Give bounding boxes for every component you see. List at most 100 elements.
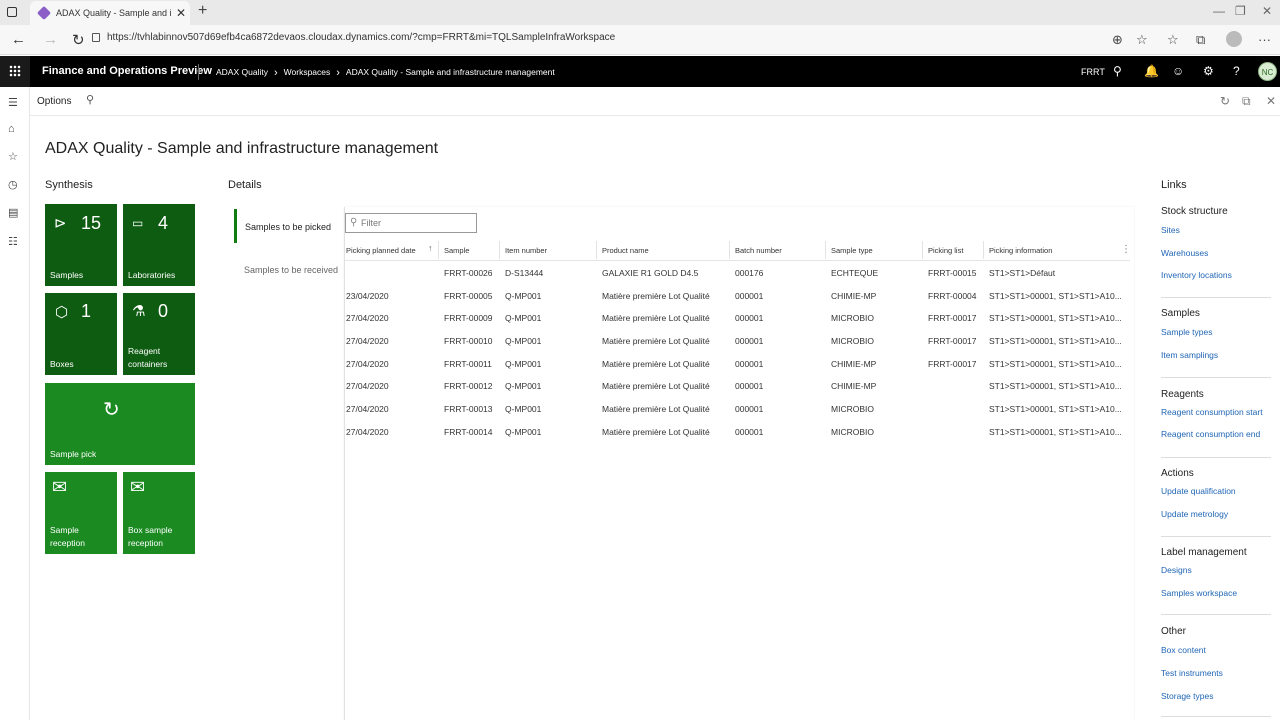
- more-icon[interactable]: ···: [1258, 32, 1271, 47]
- table-cell[interactable]: FRRT-00005: [444, 291, 493, 301]
- table-cell[interactable]: FRRT-00017: [928, 359, 977, 369]
- table-cell[interactable]: D-S13444: [505, 268, 543, 278]
- avatar[interactable]: NC: [1258, 62, 1277, 81]
- link-item[interactable]: Inventory locations: [1161, 270, 1232, 280]
- link-item[interactable]: Sample types: [1161, 327, 1213, 337]
- workspaces-icon[interactable]: ▤: [8, 206, 18, 219]
- table-cell[interactable]: FRRT-00013: [444, 404, 493, 414]
- column-header[interactable]: Sample: [444, 246, 469, 255]
- grid-options-icon[interactable]: ⋮: [1121, 244, 1131, 255]
- tile-sample-pick[interactable]: ↻ Sample pick: [45, 383, 195, 465]
- column-header[interactable]: Picking information: [989, 246, 1052, 255]
- url-field[interactable]: https://tvhlabinnov507d69efb4ca6872devao…: [107, 32, 615, 43]
- table-cell[interactable]: 23/04/2020: [346, 291, 389, 301]
- link-item[interactable]: Designs: [1161, 565, 1192, 575]
- table-cell[interactable]: 000001: [735, 291, 763, 301]
- tile-sample-reception[interactable]: ✉ Sample reception: [45, 472, 117, 554]
- action-search-icon[interactable]: ⚲: [86, 93, 94, 106]
- table-cell[interactable]: MICROBIO: [831, 427, 874, 437]
- column-header[interactable]: Batch number: [735, 246, 782, 255]
- favorite-star-icon[interactable]: ☆: [1136, 32, 1148, 48]
- table-cell[interactable]: FRRT-00015: [928, 268, 977, 278]
- table-cell[interactable]: ST1>ST1>Défaut: [989, 268, 1055, 278]
- table-cell[interactable]: GALAXIE R1 GOLD D4.5: [602, 268, 698, 278]
- table-cell[interactable]: ST1>ST1>00001, ST1>ST1>A10...: [989, 404, 1122, 414]
- link-item[interactable]: Warehouses: [1161, 248, 1208, 258]
- table-cell[interactable]: ST1>ST1>00001, ST1>ST1>A10...: [989, 313, 1122, 323]
- table-cell[interactable]: Q-MP001: [505, 404, 541, 414]
- table-cell[interactable]: 000001: [735, 381, 763, 391]
- recent-clock-icon[interactable]: ◷: [8, 178, 18, 191]
- profile-icon[interactable]: [1226, 31, 1242, 47]
- tile-laboratories[interactable]: ▭ 4 Laboratories: [123, 204, 195, 286]
- table-cell[interactable]: CHIMIE-MP: [831, 291, 876, 301]
- link-item[interactable]: Update metrology: [1161, 509, 1228, 519]
- column-separator[interactable]: [438, 241, 439, 259]
- restore-icon[interactable]: ❐: [1235, 4, 1246, 18]
- table-cell[interactable]: MICROBIO: [831, 336, 874, 346]
- link-item[interactable]: Test instruments: [1161, 668, 1223, 678]
- table-cell[interactable]: 000001: [735, 359, 763, 369]
- app-launcher-icon[interactable]: [0, 56, 30, 87]
- table-cell[interactable]: FRRT-00011: [444, 359, 492, 369]
- link-item[interactable]: Sites: [1161, 225, 1180, 235]
- table-cell[interactable]: ST1>ST1>00001, ST1>ST1>A10...: [989, 381, 1122, 391]
- forward-icon[interactable]: →: [43, 31, 58, 48]
- table-cell[interactable]: Matière première Lot Qualité: [602, 359, 710, 369]
- table-cell[interactable]: ST1>ST1>00001, ST1>ST1>A10...: [989, 359, 1122, 369]
- tab-actions-icon[interactable]: [7, 7, 17, 17]
- link-item[interactable]: Storage types: [1161, 691, 1213, 701]
- filter-box[interactable]: ⚲: [345, 213, 477, 233]
- column-header[interactable]: Item number: [505, 246, 547, 255]
- table-cell[interactable]: FRRT-00004: [928, 291, 977, 301]
- table-cell[interactable]: MICROBIO: [831, 313, 874, 323]
- modules-list-icon[interactable]: ☷: [8, 235, 18, 248]
- column-separator[interactable]: [729, 241, 730, 259]
- close-page-icon[interactable]: ✕: [1266, 94, 1276, 108]
- tab-samples-to-be-received[interactable]: Samples to be received: [244, 265, 338, 275]
- table-cell[interactable]: Matière première Lot Qualité: [602, 291, 710, 301]
- app-name[interactable]: Finance and Operations Preview: [42, 65, 212, 77]
- column-header[interactable]: Product name: [602, 246, 649, 255]
- table-cell[interactable]: ECHTEQUE: [831, 268, 878, 278]
- link-item[interactable]: Samples workspace: [1161, 588, 1237, 598]
- table-cell[interactable]: FRRT-00012: [444, 381, 493, 391]
- new-tab-icon[interactable]: +: [198, 2, 207, 20]
- table-cell[interactable]: FRRT-00017: [928, 313, 977, 323]
- back-icon[interactable]: ←: [11, 31, 26, 48]
- table-cell[interactable]: 27/04/2020: [346, 336, 389, 346]
- table-cell[interactable]: Q-MP001: [505, 291, 541, 301]
- link-item[interactable]: Update qualification: [1161, 486, 1236, 496]
- close-tab-icon[interactable]: ✕: [176, 6, 186, 20]
- table-cell[interactable]: ST1>ST1>00001, ST1>ST1>A10...: [989, 336, 1122, 346]
- tile-reagent-containers[interactable]: ⚗ 0 Reagent containers: [123, 293, 195, 375]
- table-cell[interactable]: FRRT-00010: [444, 336, 493, 346]
- settings-gear-icon[interactable]: ⚙: [1203, 64, 1214, 78]
- column-header[interactable]: Sample type: [831, 246, 873, 255]
- home-icon[interactable]: ⌂: [8, 123, 15, 135]
- favorites-nav-icon[interactable]: ☆: [8, 150, 18, 163]
- table-cell[interactable]: FRRT-00009: [444, 313, 493, 323]
- tile-box-sample-reception[interactable]: ✉ Box sample reception: [123, 472, 195, 554]
- column-separator[interactable]: [825, 241, 826, 259]
- table-cell[interactable]: CHIMIE-MP: [831, 381, 876, 391]
- notifications-icon[interactable]: 🔔: [1144, 64, 1159, 78]
- options-tab[interactable]: Options: [37, 96, 71, 107]
- table-cell[interactable]: Matière première Lot Qualité: [602, 336, 710, 346]
- table-cell[interactable]: FRRT-00014: [444, 427, 493, 437]
- table-cell[interactable]: Q-MP001: [505, 427, 541, 437]
- table-cell[interactable]: Matière première Lot Qualité: [602, 381, 710, 391]
- breadcrumb-item[interactable]: ADAX Quality: [216, 67, 268, 77]
- zoom-icon[interactable]: ⊕: [1112, 32, 1123, 48]
- search-icon[interactable]: ⚲: [1113, 64, 1122, 78]
- table-cell[interactable]: 27/04/2020: [346, 359, 389, 369]
- sort-ascending-icon[interactable]: ↑: [428, 243, 433, 253]
- tile-boxes[interactable]: ⬡ 1 Boxes: [45, 293, 117, 375]
- breadcrumb-item[interactable]: ADAX Quality - Sample and infrastructure…: [346, 67, 555, 77]
- table-cell[interactable]: 27/04/2020: [346, 427, 389, 437]
- table-cell[interactable]: Q-MP001: [505, 359, 541, 369]
- column-header[interactable]: Picking planned date: [346, 246, 416, 255]
- help-icon[interactable]: ?: [1233, 64, 1240, 78]
- company-picker[interactable]: FRRT: [1081, 67, 1105, 77]
- column-header[interactable]: Picking list: [928, 246, 963, 255]
